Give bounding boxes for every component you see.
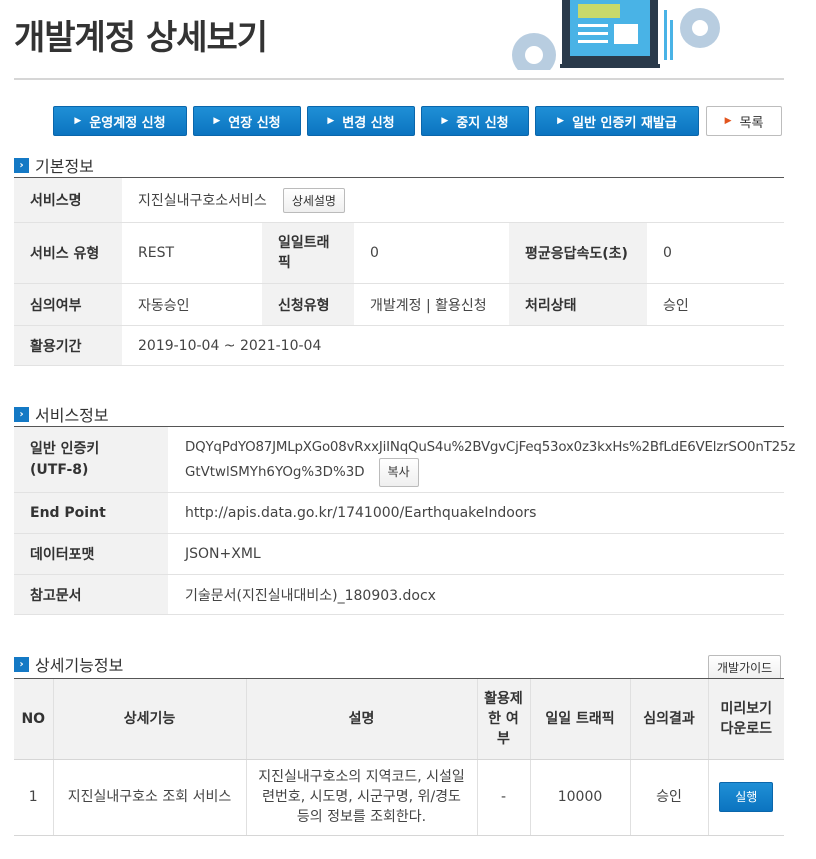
play-arrow-icon: ▶ <box>213 116 221 126</box>
avg-response-label: 평균응답속도(초) <box>509 223 647 283</box>
col-usage-limit: 활용제 한 여 부 <box>477 679 531 760</box>
row-daily-traffic: 10000 <box>530 759 631 836</box>
function-table: NO 상세기능 설명 활용제 한 여 부 일일 트래픽 심의결과 미리보기 다운… <box>14 679 784 836</box>
data-format-value: JSON+XML <box>185 546 261 562</box>
apply-type-label: 신청유형 <box>262 284 354 325</box>
row-review-result: 승인 <box>630 759 709 836</box>
daily-traffic-label: 일일트래픽 <box>262 223 354 283</box>
play-arrow-icon: ▶ <box>557 116 565 126</box>
daily-traffic-value: 0 <box>370 245 379 261</box>
endpoint-value: http://apis.data.go.kr/1741000/Earthquak… <box>185 505 537 521</box>
service-name-value: 지진실내구호소서비스 상세설명 <box>138 178 345 222</box>
col-description: 설명 <box>246 679 478 760</box>
review-value: 자동승인 <box>138 297 190 314</box>
section-divider <box>14 177 784 178</box>
row-no: 1 <box>14 759 54 836</box>
monitor-gears-illustration <box>512 0 720 70</box>
detail-description-button[interactable]: 상세설명 <box>282 187 345 213</box>
chevron-right-icon: › <box>14 656 29 672</box>
operating-account-button[interactable]: ▶ 운영계정 신청 <box>53 106 187 136</box>
chevron-right-icon: › <box>14 406 29 422</box>
title-divider <box>14 78 784 80</box>
reissue-key-button[interactable]: ▶ 일반 인증키 재발급 <box>535 106 699 136</box>
gear-icon <box>680 8 720 48</box>
gear-icon <box>512 33 556 70</box>
table-row: 1 지진실내구호소 조회 서비스 지진실내구호소의 지역코드, 시설일 련번호,… <box>14 759 784 836</box>
apply-type-value: 개발계정 | 활용신청 <box>370 297 487 314</box>
row-function-name: 지진실내구호소 조회 서비스 <box>53 759 247 836</box>
play-arrow-icon: ▶ <box>724 116 732 126</box>
status-value: 승인 <box>663 297 689 314</box>
play-arrow-icon: ▶ <box>441 116 449 126</box>
function-info-heading: › 상세기능정보 <box>14 652 123 676</box>
col-preview-download: 미리보기 다운로드 <box>708 679 784 760</box>
status-label: 처리상태 <box>509 284 647 325</box>
dev-guide-button[interactable]: 개발가이드 <box>708 655 782 680</box>
row-divider <box>14 325 784 326</box>
row-preview-cell: 실행 <box>708 759 784 836</box>
page-title: 개발계정 상세보기 <box>14 18 268 58</box>
col-review-result: 심의결과 <box>630 679 709 760</box>
endpoint-label: End Point <box>14 493 168 533</box>
chevron-right-icon: › <box>14 157 29 173</box>
col-function: 상세기능 <box>53 679 247 760</box>
extend-button[interactable]: ▶ 연장 신청 <box>193 106 301 136</box>
play-arrow-icon: ▶ <box>327 116 335 126</box>
auth-key-label: 일반 인증키 (UTF-8) <box>14 427 168 492</box>
auth-key-value: DQYqPdYO87JMLpXGo08vRxxJiINqQuS4u%2BVgvC… <box>185 437 795 487</box>
col-daily-traffic: 일일 트래픽 <box>530 679 631 760</box>
row-divider <box>14 614 784 615</box>
table-header-row: NO 상세기능 설명 활용제 한 여 부 일일 트래픽 심의결과 미리보기 다운… <box>14 679 784 760</box>
avg-response-value: 0 <box>663 245 672 261</box>
review-label: 심의여부 <box>14 284 122 325</box>
play-arrow-icon: ▶ <box>74 116 82 126</box>
reference-doc-label: 참고문서 <box>14 575 168 614</box>
copy-key-button[interactable]: 복사 <box>378 458 419 487</box>
col-no: NO <box>14 679 54 760</box>
row-description: 지진실내구호소의 지역코드, 시설일 련번호, 시도명, 시군구명, 위/경도 … <box>246 759 478 836</box>
service-info-heading: › 서비스정보 <box>14 402 109 426</box>
stop-button[interactable]: ▶ 중지 신청 <box>421 106 529 136</box>
data-format-label: 데이터포맷 <box>14 534 168 574</box>
row-usage-limit: - <box>477 759 531 836</box>
row-divider <box>14 365 784 366</box>
reference-doc-link[interactable]: 기술문서(지진실내대비소)_180903.docx <box>185 575 436 614</box>
change-button[interactable]: ▶ 변경 신청 <box>307 106 415 136</box>
basic-info-heading: › 기본정보 <box>14 153 94 177</box>
service-type-label: 서비스 유형 <box>14 223 122 283</box>
period-label: 활용기간 <box>14 326 122 365</box>
period-value: 2019-10-04 ~ 2021-10-04 <box>138 337 322 354</box>
service-type-value: REST <box>138 245 175 261</box>
list-button[interactable]: ▶ 목록 <box>706 106 782 136</box>
run-button[interactable]: 실행 <box>719 782 774 812</box>
service-name-label: 서비스명 <box>14 178 122 222</box>
